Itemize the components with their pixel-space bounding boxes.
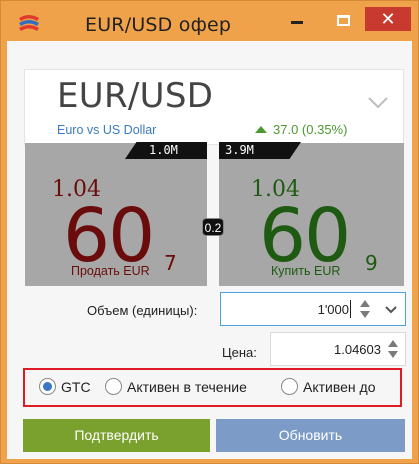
expiry-option-active-during[interactable]: Активен в течение <box>105 378 247 395</box>
sell-tile[interactable]: 1.0M 1.04 60 7 Продать EUR <box>25 142 207 286</box>
price-label: Цена: <box>222 345 257 360</box>
radio-unchecked-icon <box>281 378 298 395</box>
price-input[interactable]: 1.04603 <box>270 332 406 366</box>
expiry-radio-group: GTC Активен в течение Активен до <box>23 368 402 407</box>
sell-label: Продать EUR <box>71 264 150 278</box>
sell-volume-badge: 1.0M <box>125 142 207 159</box>
buy-label: Купить EUR <box>271 264 341 278</box>
radio-unchecked-icon <box>105 378 122 395</box>
buy-volume-badge: 3.9M <box>219 142 301 159</box>
volume-label: Объем (единицы): <box>87 303 198 318</box>
spread-badge: 0.2 <box>202 218 224 236</box>
symbol-description: Euro vs US Dollar <box>57 123 157 137</box>
price-change-value: 37.0 (0.35%) <box>273 122 348 137</box>
expiry-option-active-until[interactable]: Активен до <box>281 378 376 395</box>
order-window: EUR/USD офер ✕ EUR/USD Euro vs US Dollar… <box>0 0 419 464</box>
expiry-option-label: Активен в течение <box>127 378 247 395</box>
app-logo-icon <box>19 15 39 31</box>
refresh-button[interactable]: Обновить <box>216 419 405 452</box>
price-value: 1.04603 <box>334 342 381 357</box>
radio-checked-icon <box>39 378 56 395</box>
volume-stepper-icon[interactable] <box>359 298 371 320</box>
maximize-button[interactable] <box>325 7 361 33</box>
arrow-up-icon <box>255 126 267 133</box>
window-title: EUR/USD офер <box>85 14 232 36</box>
price-stepper-icon[interactable] <box>387 338 399 360</box>
buy-tile[interactable]: 3.9M 1.04 60 9 Купить EUR <box>219 142 404 286</box>
confirm-button[interactable]: Подтвердить <box>23 419 210 452</box>
minimize-button[interactable] <box>279 7 315 33</box>
close-icon: ✕ <box>380 9 396 29</box>
symbol-header: EUR/USD Euro vs US Dollar 37.0 (0.35%) <box>24 69 404 145</box>
text-cursor <box>350 300 351 318</box>
expiry-option-label: Активен до <box>303 378 376 395</box>
close-button[interactable]: ✕ <box>365 7 411 31</box>
price-change: 37.0 (0.35%) <box>255 122 347 137</box>
maximize-icon <box>336 14 350 26</box>
sell-price-pip: 7 <box>164 251 177 275</box>
symbol-name: EUR/USD <box>57 76 214 116</box>
chevron-down-icon[interactable] <box>367 96 389 110</box>
minimize-icon <box>291 20 303 24</box>
volume-value: 1'000 <box>317 302 349 317</box>
expiry-option-gtc[interactable]: GTC <box>39 378 91 395</box>
expiry-option-label: GTC <box>61 378 91 395</box>
buy-price-pip: 9 <box>365 251 378 275</box>
chevron-down-icon[interactable] <box>385 305 397 315</box>
title-bar[interactable]: EUR/USD офер ✕ <box>7 7 412 41</box>
content-area: EUR/USD Euro vs US Dollar 37.0 (0.35%) 1… <box>7 41 412 459</box>
volume-input[interactable]: 1'000 <box>220 292 406 326</box>
